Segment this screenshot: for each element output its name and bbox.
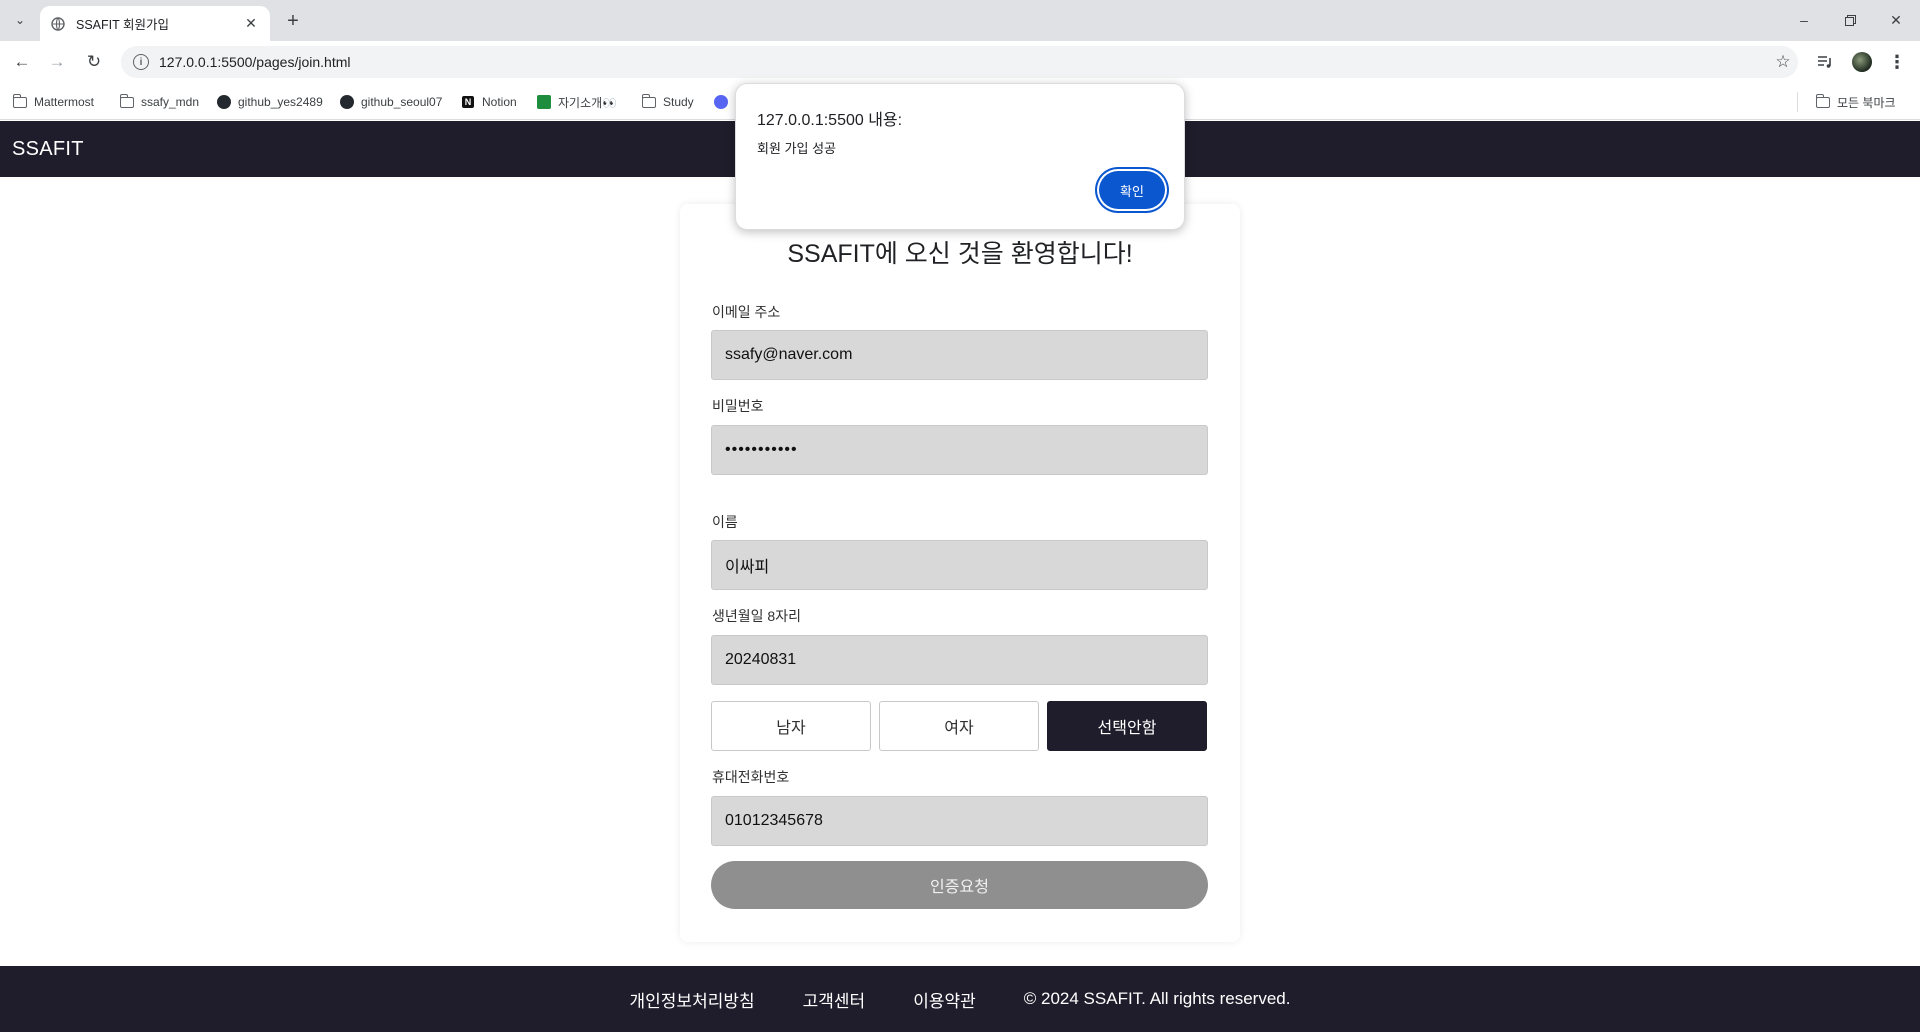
- url-text[interactable]: 127.0.0.1:5500/pages/join.html: [159, 54, 1768, 70]
- terms-link[interactable]: 이용약관: [913, 987, 976, 1012]
- gender-none-button[interactable]: 선택안함: [1047, 701, 1207, 751]
- phone-field[interactable]: [711, 796, 1208, 846]
- bookmark-label: Study: [663, 95, 694, 109]
- bookmark-label: github_yes2489: [238, 95, 323, 109]
- copyright-text: © 2024 SSAFIT. All rights reserved.: [1023, 989, 1291, 1008]
- page-title: SSAFIT에 오신 것을 환영합니다!: [787, 240, 1133, 268]
- phone-label: 휴대전화번호: [712, 769, 790, 785]
- bookmark-self-intro[interactable]: 자기소개👀: [536, 91, 617, 113]
- folder-icon: [1815, 93, 1831, 110]
- media-control-icon[interactable]: [1812, 49, 1838, 75]
- bookmark-discord[interactable]: [713, 91, 735, 113]
- name-label: 이름: [712, 514, 738, 530]
- minimize-icon[interactable]: –: [1781, 0, 1827, 40]
- join-form-card: SSAFIT에 오신 것을 환영합니다! 이메일 주소 비밀번호 이름 생년월일…: [680, 204, 1240, 942]
- dialog-origin: 127.0.0.1:5500 내용:: [757, 112, 903, 129]
- bookmark-mattermost[interactable]: Mattermost: [12, 91, 94, 113]
- reload-icon[interactable]: ↻: [79, 47, 109, 77]
- github-icon: [339, 94, 355, 110]
- dialog-message: 회원 가입 성공: [757, 141, 836, 156]
- bookmark-label: Notion: [482, 95, 517, 109]
- address-bar[interactable]: i 127.0.0.1:5500/pages/join.html ☆: [121, 46, 1798, 78]
- birthdate-field[interactable]: [711, 635, 1208, 685]
- email-label: 이메일 주소: [712, 304, 781, 320]
- discord-icon: [713, 94, 729, 110]
- browser-tabstrip: ⌄ SSAFIT 회원가입 ✕ + – ✕: [0, 0, 1920, 41]
- bookmark-label: 자기소개👀: [558, 95, 618, 110]
- alert-dialog: 127.0.0.1:5500 내용: 회원 가입 성공 확인: [735, 83, 1185, 230]
- email-field[interactable]: [711, 330, 1208, 380]
- tab-search-chevron-icon[interactable]: ⌄: [8, 8, 32, 32]
- customer-center-link[interactable]: 고객센터: [803, 987, 866, 1012]
- bookmark-github-yes2489[interactable]: github_yes2489: [216, 91, 323, 113]
- bookmark-ssafy-mdn[interactable]: ssafy_mdn: [119, 91, 199, 113]
- tab-close-icon[interactable]: ✕: [242, 15, 260, 33]
- tab-title: SSAFIT 회원가입: [76, 18, 170, 32]
- bookmarks-divider: [1797, 92, 1798, 112]
- bookmark-notion[interactable]: N Notion: [460, 91, 517, 113]
- folder-icon: [641, 93, 657, 110]
- password-field[interactable]: [711, 425, 1208, 475]
- forward-arrow-icon[interactable]: →: [42, 47, 72, 77]
- password-label: 비밀번호: [712, 398, 764, 414]
- close-window-icon[interactable]: ✕: [1873, 0, 1919, 40]
- all-bookmarks-label: 모든 북마크: [1837, 95, 1896, 110]
- privacy-policy-link[interactable]: 개인정보처리방침: [630, 987, 755, 1012]
- site-info-icon[interactable]: i: [133, 54, 149, 70]
- sheets-icon: [536, 94, 552, 110]
- verify-request-button[interactable]: 인증요청: [711, 861, 1208, 909]
- dialog-ok-button[interactable]: 확인: [1099, 171, 1165, 209]
- bookmark-study[interactable]: Study: [641, 91, 694, 113]
- bookmark-label: ssafy_mdn: [141, 95, 200, 109]
- browser-tab-active[interactable]: SSAFIT 회원가입 ✕: [40, 6, 270, 41]
- github-icon: [216, 94, 232, 110]
- globe-icon: [50, 16, 66, 32]
- new-tab-plus-icon[interactable]: +: [280, 8, 306, 34]
- bookmark-label: github_seoul07: [361, 95, 443, 109]
- back-arrow-icon[interactable]: ←: [7, 47, 37, 77]
- bookmark-github-seoul07[interactable]: github_seoul07: [339, 91, 442, 113]
- all-bookmarks[interactable]: 모든 북마크: [1815, 91, 1896, 113]
- site-logo[interactable]: SSAFIT: [12, 138, 84, 161]
- gender-female-button[interactable]: 여자: [879, 701, 1039, 751]
- gender-male-button[interactable]: 남자: [711, 701, 871, 751]
- profile-avatar-icon[interactable]: [1849, 49, 1875, 75]
- bookmark-label: Mattermost: [34, 95, 95, 109]
- site-footer: 개인정보처리방침 고객센터 이용약관 © 2024 SSAFIT. All ri…: [0, 966, 1920, 1032]
- restore-icon[interactable]: [1827, 0, 1873, 40]
- notion-icon: N: [460, 94, 476, 110]
- bookmark-star-icon[interactable]: ☆: [1768, 52, 1798, 72]
- more-menu-icon[interactable]: ⋮: [1884, 49, 1910, 75]
- folder-icon: [119, 93, 135, 110]
- folder-icon: [12, 93, 28, 110]
- name-field[interactable]: [711, 540, 1208, 590]
- birthdate-label: 생년월일 8자리: [712, 608, 801, 624]
- browser-toolbar: ← → ↻ i 127.0.0.1:5500/pages/join.html ☆…: [0, 41, 1920, 83]
